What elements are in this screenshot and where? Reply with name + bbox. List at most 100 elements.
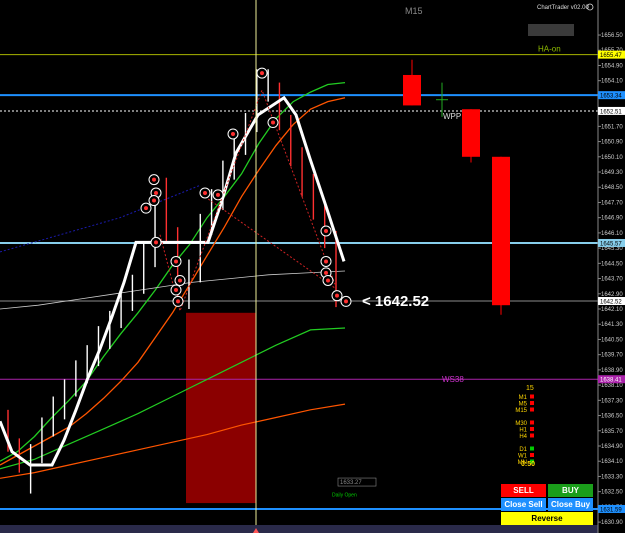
price-tag-label: 1638.41 xyxy=(600,378,622,384)
y-tick-label: 1637.30 xyxy=(601,398,623,404)
shaded-range-box: 1633.27 Daily Open xyxy=(186,312,377,504)
signal-marker-dot xyxy=(178,278,182,283)
reverse-button[interactable]: Reverse xyxy=(501,512,593,525)
tf-status-icon xyxy=(530,453,534,457)
timeframe-label: M15 xyxy=(405,6,423,16)
timer-label: 0:50 xyxy=(521,461,535,468)
signal-marker-dot xyxy=(231,131,235,136)
price-tag-label: 1642.52 xyxy=(600,300,622,306)
y-tick-label: 1649.30 xyxy=(601,170,623,176)
time-axis-strip xyxy=(0,525,598,533)
y-tick-label: 1641.30 xyxy=(601,322,623,328)
y-tick-label: 1638.10 xyxy=(601,383,623,389)
tf-status-icon xyxy=(530,401,534,405)
signal-marker-dot xyxy=(271,120,275,125)
timeframe-panel: 15M1M5M15M30H1H4D1W1MN0:50 xyxy=(515,385,535,468)
line-label-ha-on: HA-on xyxy=(538,45,561,54)
y-tick-label: 1656.50 xyxy=(601,33,623,39)
htf-candle-body xyxy=(492,156,510,306)
buy-button[interactable]: BUY xyxy=(548,484,593,497)
signal-marker-dot xyxy=(260,71,264,76)
y-tick-label: 1640.50 xyxy=(601,337,623,343)
signal-marker-dot xyxy=(216,192,220,197)
y-tick-label: 1646.10 xyxy=(601,231,623,237)
y-tick-label: 1630.90 xyxy=(601,520,623,526)
close-buy-button[interactable]: Close Buy xyxy=(548,498,593,511)
price-tag-label: 1631.59 xyxy=(600,507,622,513)
line-label-ws38: WS38 xyxy=(442,375,464,384)
y-tick-label: 1642.90 xyxy=(601,292,623,298)
bar-count: 15 xyxy=(526,385,534,392)
price-chart[interactable]: 1633.27Daily Open 1656.501655.701654.901… xyxy=(0,0,625,533)
tf-status-icon xyxy=(530,433,534,438)
ma-fast-green xyxy=(0,81,346,462)
signal-marker-dot xyxy=(144,206,148,211)
ma-slow-orange xyxy=(0,403,346,479)
price-tag-label: 1645.57 xyxy=(600,241,622,247)
y-tick-label: 1650.10 xyxy=(601,155,623,161)
tf-label-m30: M30 xyxy=(515,421,527,427)
price-tag-label: 1655.47 xyxy=(600,53,622,59)
fib-dotted-line xyxy=(159,88,336,313)
signal-marker-dot xyxy=(335,293,339,298)
tf-label-h1: H1 xyxy=(519,428,527,434)
y-tick-label: 1643.70 xyxy=(601,277,623,283)
tf-label-m15: M15 xyxy=(515,408,527,414)
tf-label-m5: M5 xyxy=(519,402,528,408)
y-tick-label: 1646.90 xyxy=(601,216,623,222)
ha-on-badge xyxy=(528,24,574,36)
signal-marker-dot xyxy=(174,259,178,264)
chart-labels: M15 ChartTrader v02.00 HA-on WPP WS38 < 1642.… xyxy=(362,3,594,384)
price-tag-label: 1652.51 xyxy=(600,109,622,115)
y-tick-label: 1634.90 xyxy=(601,444,623,450)
y-tick-label: 1650.90 xyxy=(601,140,623,146)
y-tick-label: 1647.70 xyxy=(601,200,623,206)
y-tick-label: 1634.10 xyxy=(601,459,623,465)
signal-marker-dot xyxy=(152,198,156,203)
y-tick-label: 1654.90 xyxy=(601,63,623,69)
tf-label-m1: M1 xyxy=(519,395,528,401)
y-tick-label: 1633.30 xyxy=(601,474,623,480)
ma-slow-green xyxy=(0,327,346,470)
signal-marker-dot xyxy=(203,190,207,195)
higher-timeframe-candles xyxy=(403,59,510,315)
y-tick-label: 1648.50 xyxy=(601,185,623,191)
price-axis: 1656.501655.701654.901654.101653.301652.… xyxy=(597,0,623,533)
signal-marker-dot xyxy=(176,299,180,304)
current-price-label: < 1642.52 xyxy=(362,293,429,310)
y-tick-label: 1654.10 xyxy=(601,79,623,85)
tf-label-w1: W1 xyxy=(518,454,528,460)
sell-button[interactable]: SELL xyxy=(501,484,546,497)
y-tick-label: 1638.90 xyxy=(601,368,623,374)
tf-label-h4: H4 xyxy=(519,434,527,440)
shaded-box xyxy=(186,312,256,504)
y-tick-label: 1636.50 xyxy=(601,414,623,420)
tf-status-icon xyxy=(530,420,534,425)
signal-marker-dot xyxy=(174,287,178,292)
y-tick-label: 1632.50 xyxy=(601,490,623,496)
signal-marker-dot xyxy=(326,278,330,283)
signal-marker-dot xyxy=(324,259,328,264)
htf-candle-body xyxy=(403,74,421,106)
tf-label-d1: D1 xyxy=(519,447,527,453)
signal-marker-dot xyxy=(152,177,156,182)
signal-marker-dot xyxy=(324,270,328,275)
indicator-name: ChartTrader v02.00 xyxy=(537,5,589,11)
tf-status-icon xyxy=(530,427,534,431)
tf-status-icon xyxy=(530,407,534,412)
heiken-ashi-line xyxy=(0,88,346,467)
y-tick-label: 1644.50 xyxy=(601,261,623,267)
y-tick-label: 1639.70 xyxy=(601,353,623,359)
tf-status-icon xyxy=(530,446,534,451)
daily-open-label: Daily Open xyxy=(332,492,357,498)
moving-averages xyxy=(0,81,346,479)
y-tick-label: 1651.70 xyxy=(601,124,623,130)
close-sell-button[interactable]: Close Sell xyxy=(501,498,546,511)
box-label: 1633.27 xyxy=(340,480,362,486)
y-tick-label: 1635.70 xyxy=(601,429,623,435)
price-tag-label: 1653.34 xyxy=(600,94,622,100)
signal-marker-dot xyxy=(324,228,328,233)
tf-status-icon xyxy=(530,394,534,399)
y-tick-label: 1642.10 xyxy=(601,307,623,313)
htf-candle-body xyxy=(462,109,480,157)
